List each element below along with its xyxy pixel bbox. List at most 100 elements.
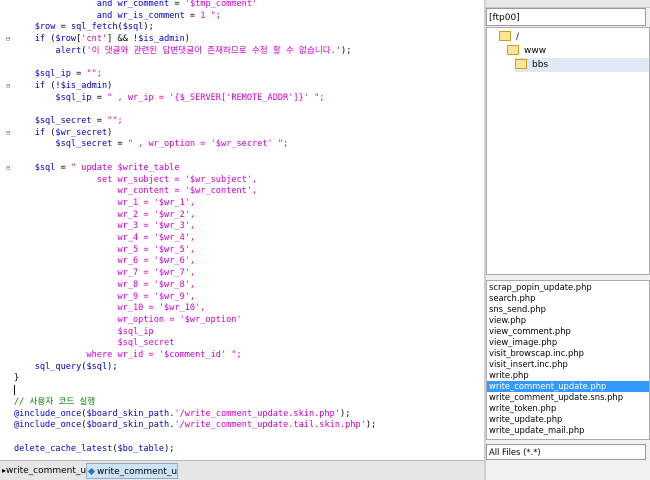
code-line[interactable]: $sql_ip = " , wr_ip = '{$_SERVER['REMOTE…	[0, 92, 484, 104]
code-token: if	[14, 34, 46, 45]
file-list-item[interactable]: view.php	[489, 315, 526, 326]
code-line[interactable]	[0, 57, 484, 69]
code-line[interactable]: and wr_comment = '$tmp_comment'	[0, 0, 484, 10]
code-line[interactable]: $sql_secret = "";	[0, 115, 484, 127]
code-line[interactable]	[0, 103, 484, 115]
code-line[interactable]: wr_3 = '$wr_3',	[0, 220, 484, 232]
file-list-item[interactable]: search.php	[489, 293, 535, 304]
fold-toggle-icon[interactable]: ⊟	[6, 127, 12, 139]
code-text: wr_5 = '$wr_5',	[14, 244, 195, 256]
file-list-item[interactable]: write_update_mail.php	[489, 425, 585, 436]
code-line[interactable]: wr_1 = '$wr_1',	[0, 197, 484, 209]
code-line[interactable]: wr_10 = '$wr_10',	[0, 302, 484, 314]
code-token: $sql	[14, 162, 56, 173]
code-token: =	[184, 10, 201, 21]
file-list-item[interactable]: write.php	[489, 370, 529, 381]
code-token: if	[14, 127, 46, 138]
file-list-item[interactable]: visit_browscap.inc.php	[489, 348, 584, 359]
code-token: $sql_ip	[14, 326, 154, 337]
code-line[interactable]: and wr_is_comment = 1 ";	[0, 10, 484, 22]
code-line[interactable]: alert('이 댓글와 관련된 답변댓글이 존재하므로 수정 할 수 없습니다…	[0, 45, 484, 57]
file-list-item[interactable]: view_image.php	[489, 337, 557, 348]
code-token: wr_comment	[117, 0, 170, 9]
code-line[interactable]: $row = sql_fetch($sql);	[0, 21, 484, 33]
code-token: );	[341, 45, 352, 56]
code-line[interactable]: wr_5 = '$wr_5',	[0, 244, 484, 256]
code-line[interactable]: wr_2 = '$wr_2',	[0, 209, 484, 221]
code-line[interactable]: $sql_ip	[0, 326, 484, 338]
code-line[interactable]: wr_7 = '$wr_7',	[0, 267, 484, 279]
code-line[interactable]: ⊟ if ($wr_secret)	[0, 127, 484, 139]
tree-folder-[interactable]: /	[499, 30, 519, 44]
code-line[interactable]	[0, 150, 484, 162]
code-token: " , wr_option = '$wr_secret' ";	[127, 139, 289, 150]
file-list-item[interactable]: write_comment_update.sns.php	[489, 392, 623, 403]
code-token: and	[14, 10, 118, 21]
code-token: // 사용자 코드 실행	[14, 396, 96, 407]
code-token: =	[91, 92, 108, 103]
file-list-item[interactable]: sns_send.php	[489, 304, 546, 315]
code-line[interactable]: ⊟ $sql = " update $write_table	[0, 162, 484, 174]
code-line[interactable]: wr_4 = '$wr_4',	[0, 232, 484, 244]
code-token: )	[107, 80, 113, 91]
tree-folder-bbs[interactable]: bbs	[515, 58, 649, 72]
ftp-toolbar	[486, 0, 650, 8]
code-token: wr_10 = '$wr_10',	[14, 303, 206, 314]
code-line[interactable]: sql_query($sql);	[0, 361, 484, 373]
code-line[interactable]	[0, 431, 484, 443]
fold-toggle-icon[interactable]: ⊟	[6, 162, 12, 174]
code-token: wr_is_comment	[117, 10, 185, 21]
file-list-item[interactable]: write_comment_update.php	[487, 381, 649, 392]
code-token: '이 댓글와 관련된 답변댓글이 존재하므로 수정 할 수 없습니다.'	[86, 45, 342, 56]
code-line[interactable]: wr_8 = '$wr_8',	[0, 279, 484, 291]
tree-folder-label: www	[524, 46, 547, 56]
directory-tree[interactable]: / www bbs	[486, 27, 650, 275]
code-line[interactable]: @include_once($board_skin_path.'/write_c…	[0, 408, 484, 420]
code-line[interactable]: set wr_subject = '$wr_subject',	[0, 174, 484, 186]
code-text: @include_once($board_skin_path.'/write_c…	[14, 419, 376, 431]
fold-toggle-icon[interactable]: ⊟	[6, 80, 12, 92]
code-line[interactable]: }	[0, 372, 484, 384]
code-token: =	[91, 116, 108, 126]
code-token: =	[55, 22, 71, 33]
code-token: sql_query	[14, 361, 82, 372]
code-line[interactable]: wr_option = '$wr_option'	[0, 314, 484, 326]
file-list[interactable]: scrap_popin_update.php search.php sns_send…	[486, 280, 650, 440]
tree-folder-www[interactable]: www	[507, 44, 546, 58]
editor-tab[interactable]: write_comment_up⊗	[86, 463, 178, 479]
code-line[interactable]: // 사용자 코드 실행	[0, 396, 484, 408]
code-token: 1 ";	[200, 10, 221, 21]
code-token: =	[70, 69, 87, 80]
file-list-item[interactable]: write_token.php	[489, 403, 556, 414]
editor-tab-label: write_comment_up	[6, 466, 86, 476]
file-list-item[interactable]: scrap_popin_update.php	[489, 282, 592, 293]
code-line[interactable]: wr_content = '$wr_content',	[0, 185, 484, 197]
tree-folder-label: bbs	[532, 60, 549, 70]
ftp-server-select[interactable]: [ftp00] eagleowm1226.cafe24.com	[486, 8, 646, 41]
code-line[interactable]: $sql_ip = "";	[0, 68, 484, 80]
code-token: '$tmp_comment'	[184, 0, 258, 9]
file-list-item[interactable]: write_update.php	[489, 414, 562, 425]
code-line[interactable]: $sql_secret = " , wr_option = '$wr_secre…	[0, 138, 484, 150]
text-caret	[14, 384, 15, 395]
code-editor[interactable]: and wr_comment = '$tmp_comment' and wr_i…	[0, 0, 484, 460]
editor-tab[interactable]: ▸write_comment_up⊗	[0, 463, 86, 479]
code-line[interactable]: @include_once($board_skin_path.'/write_c…	[0, 419, 484, 431]
code-token: wr_content = '$wr_content',	[14, 186, 258, 197]
fold-toggle-icon[interactable]: ⊟	[6, 33, 12, 45]
code-token: wr_4 = '$wr_4',	[14, 233, 196, 243]
code-line[interactable]: ⊟ if (!$is_admin)	[0, 80, 484, 92]
code-line[interactable]: $sql_secret	[0, 337, 484, 349]
code-line[interactable]: where wr_id = '$comment_id' ";	[0, 349, 484, 361]
code-line[interactable]: wr_6 = '$wr_6',	[0, 255, 484, 267]
code-line[interactable]: wr_9 = '$wr_9',	[0, 291, 484, 303]
code-line[interactable]	[0, 384, 484, 396]
file-list-item[interactable]: view_comment.php	[489, 326, 571, 337]
code-text: alert('이 댓글와 관련된 답변댓글이 존재하므로 수정 할 수 없습니다…	[14, 45, 351, 57]
file-filter-select[interactable]: All Files (*.*)	[486, 444, 646, 460]
code-line[interactable]: ⊟ if ($row['cnt'] && !$is_admin)	[0, 33, 484, 45]
code-line[interactable]: delete_cache_latest($bo_table);	[0, 443, 484, 455]
code-token: wr_6 = '$wr_6',	[14, 256, 196, 267]
file-list-item[interactable]: visit_insert.inc.php	[489, 359, 568, 370]
code-token: "";	[107, 116, 123, 126]
